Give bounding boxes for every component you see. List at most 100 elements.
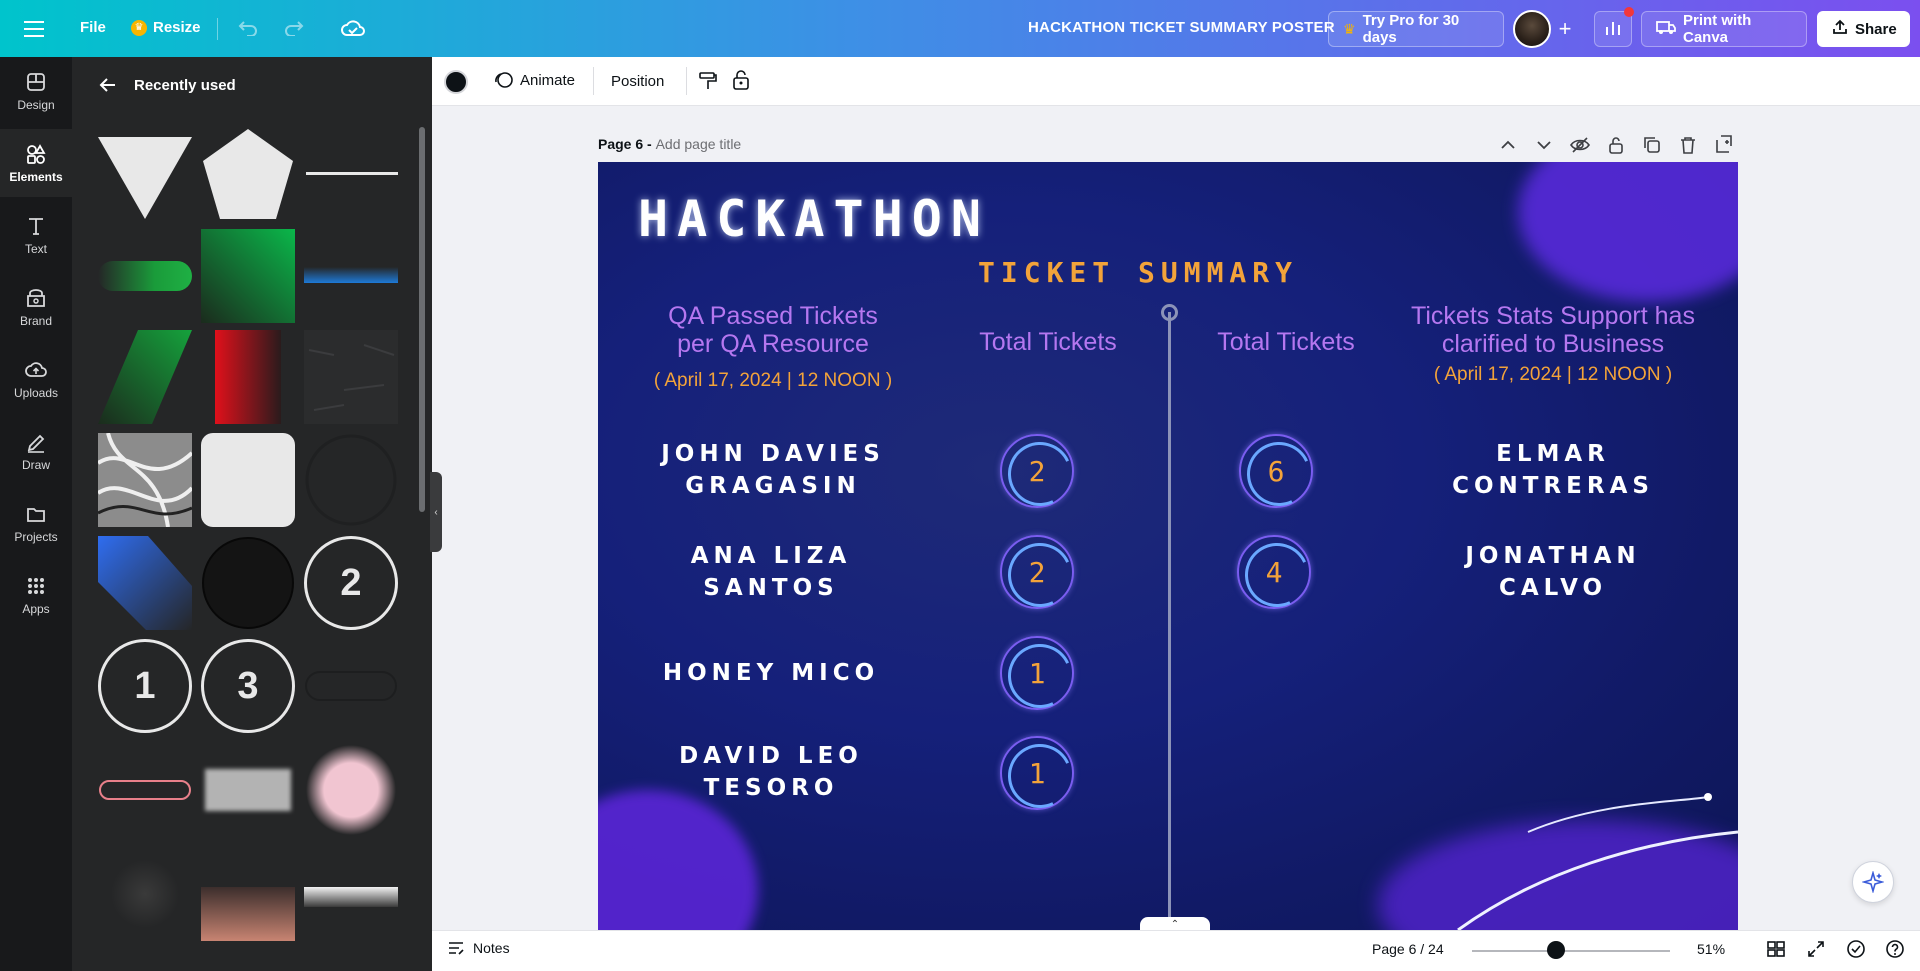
white-fade-bar-element[interactable] xyxy=(304,847,398,941)
number-circle-2-element[interactable]: 2 xyxy=(304,536,398,630)
rounded-square-element[interactable] xyxy=(201,433,295,527)
qa-total-circle[interactable]: 2 xyxy=(1000,535,1074,609)
qa-name[interactable]: DAVID LEO TESORO xyxy=(636,740,906,804)
color-swatch[interactable] xyxy=(444,70,468,94)
qa-name[interactable]: ANA LIZA SANTOS xyxy=(636,540,906,604)
red-gradient-element[interactable] xyxy=(201,330,295,424)
bar-chart-icon xyxy=(1604,19,1622,39)
insights-button[interactable] xyxy=(1594,7,1634,47)
help-icon[interactable] xyxy=(1885,939,1905,959)
rail-item-text[interactable]: Text xyxy=(0,201,72,269)
delete-page-icon[interactable] xyxy=(1677,134,1699,156)
number-circle-3-element[interactable]: 3 xyxy=(201,639,295,733)
poster-subtitle[interactable]: TICKET SUMMARY xyxy=(978,256,1298,289)
document-title[interactable]: HACKATHON TICKET SUMMARY POSTER xyxy=(1028,19,1335,36)
left-date[interactable]: ( April 17, 2024 | 12 NOON ) xyxy=(633,370,913,392)
green-gradient-square-element[interactable] xyxy=(201,229,295,323)
notes-button[interactable]: Notes xyxy=(447,940,510,956)
add-collaborator-icon[interactable]: + xyxy=(1552,16,1578,42)
page-title-input[interactable]: Add page title xyxy=(656,136,742,152)
column-header-total-left[interactable]: Total Tickets xyxy=(948,328,1148,356)
panel-scrollbar-thumb[interactable] xyxy=(419,127,425,512)
pink-blurred-circle-element[interactable] xyxy=(304,743,398,837)
zoom-slider-thumb[interactable] xyxy=(1547,941,1565,959)
paint-roller-icon[interactable] xyxy=(697,70,719,92)
support-name[interactable]: JONATHAN CALVO xyxy=(1408,540,1698,604)
animate-button[interactable]: Animate xyxy=(494,70,575,90)
rail-item-design[interactable]: Design xyxy=(0,57,72,125)
brown-gradient-element[interactable] xyxy=(201,847,295,941)
lock-page-icon[interactable] xyxy=(1605,134,1627,156)
share-button[interactable]: Share xyxy=(1817,11,1910,47)
qa-total-circle[interactable]: 1 xyxy=(1000,636,1074,710)
qa-name[interactable]: JOHN DAVIES GRAGASIN xyxy=(638,438,908,502)
green-pill-element[interactable] xyxy=(98,229,192,323)
rail-item-brand[interactable]: Brand xyxy=(0,273,72,341)
chevron-down-icon[interactable] xyxy=(1533,134,1555,156)
rail-item-projects[interactable]: Projects xyxy=(0,489,72,557)
column-header-total-right[interactable]: Total Tickets xyxy=(1186,328,1386,356)
lock-icon[interactable] xyxy=(731,69,751,91)
dark-pill-outline-element[interactable] xyxy=(304,639,398,733)
support-name[interactable]: ELMAR CONTRERAS xyxy=(1408,438,1698,502)
blurred-gray-rectangle-element[interactable] xyxy=(201,743,295,837)
file-menu[interactable]: File xyxy=(80,19,106,36)
dark-blur-element[interactable] xyxy=(98,847,192,941)
decorative-blob xyxy=(598,790,758,930)
left-heading[interactable]: QA Passed Tickets per QA Resource xyxy=(638,302,908,358)
rail-item-draw[interactable]: Draw xyxy=(0,417,72,485)
duplicate-page-icon[interactable] xyxy=(1641,134,1663,156)
hide-page-icon[interactable] xyxy=(1569,134,1591,156)
grid-view-icon[interactable] xyxy=(1766,939,1786,959)
right-date[interactable]: ( April 17, 2024 | 12 NOON ) xyxy=(1408,364,1698,386)
green-parallelogram-element[interactable] xyxy=(98,330,192,424)
rail-item-uploads[interactable]: Uploads xyxy=(0,345,72,413)
qa-name[interactable]: HONEY MICO xyxy=(636,657,906,689)
black-circle-element[interactable] xyxy=(201,536,295,630)
add-page-icon[interactable] xyxy=(1713,134,1735,156)
dark-texture-element[interactable] xyxy=(304,330,398,424)
show-pages-handle[interactable]: ⌃ xyxy=(1140,917,1210,931)
collapse-panel-handle[interactable]: ‹ xyxy=(430,472,442,552)
qa-total-circle[interactable]: 1 xyxy=(1000,736,1074,810)
page-indicator[interactable]: Page 6 / 24 xyxy=(1372,941,1444,957)
support-total-circle[interactable]: 4 xyxy=(1237,535,1311,609)
qa-total-circle[interactable]: 2 xyxy=(1000,434,1074,508)
marble-texture-element[interactable] xyxy=(98,433,192,527)
poster-page[interactable]: HACKATHON TICKET SUMMARY QA Passed Ticke… xyxy=(598,162,1738,930)
rail-label-projects: Projects xyxy=(14,529,58,544)
zoom-level[interactable]: 51% xyxy=(1697,941,1725,957)
projects-icon xyxy=(27,507,45,522)
try-pro-button[interactable]: ♛ Try Pro for 30 days xyxy=(1328,11,1504,47)
back-arrow-icon[interactable] xyxy=(98,75,118,95)
triangle-element[interactable] xyxy=(98,127,192,221)
rail-item-elements[interactable]: Elements xyxy=(0,129,72,197)
line-element[interactable] xyxy=(304,127,398,221)
blue-3d-shape-element[interactable] xyxy=(98,536,192,630)
support-total-circle[interactable]: 6 xyxy=(1239,434,1313,508)
pentagon-element[interactable] xyxy=(201,127,295,221)
pink-pill-outline-element[interactable] xyxy=(98,743,192,837)
zoom-slider-track[interactable] xyxy=(1472,950,1670,952)
poster-title[interactable]: HACKATHON xyxy=(638,190,990,248)
undo-icon[interactable] xyxy=(236,16,260,40)
center-divider-line xyxy=(1168,312,1171,930)
position-button[interactable]: Position xyxy=(611,73,664,90)
print-with-canva-button[interactable]: Print with Canva xyxy=(1641,11,1807,47)
right-heading[interactable]: Tickets Stats Support has clarified to B… xyxy=(1388,302,1718,358)
cloud-save-icon[interactable] xyxy=(340,16,366,40)
rail-item-apps[interactable]: Apps xyxy=(0,561,72,629)
magic-assistant-button[interactable] xyxy=(1852,861,1894,903)
redo-icon[interactable] xyxy=(282,16,306,40)
left-heading-line2: per QA Resource xyxy=(677,330,869,358)
number-circle-1-element[interactable]: 1 xyxy=(98,639,192,733)
check-circle-icon[interactable] xyxy=(1846,939,1866,959)
toolbar-divider xyxy=(593,67,594,95)
blue-bar-element[interactable] xyxy=(304,229,398,323)
menu-icon[interactable] xyxy=(22,17,46,41)
fullscreen-icon[interactable] xyxy=(1806,939,1826,959)
dark-circle-outline-element[interactable] xyxy=(304,433,398,527)
chevron-up-icon[interactable] xyxy=(1497,134,1519,156)
resize-button[interactable]: ♛ Resize xyxy=(131,19,201,36)
avatar[interactable] xyxy=(1513,10,1551,48)
